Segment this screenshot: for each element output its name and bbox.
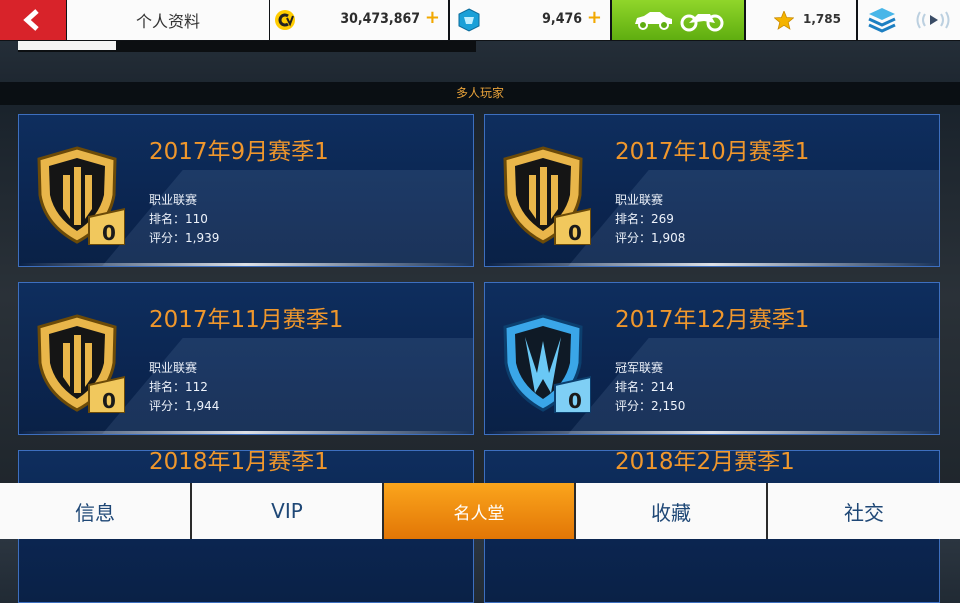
league-name: 职业联赛 <box>149 361 198 375</box>
gold-league-badge-icon: 0 <box>37 314 125 413</box>
score-value: 评分：1,908 <box>615 231 686 245</box>
tab-vip[interactable]: VIP <box>192 483 384 539</box>
stars-counter[interactable]: 1,785 <box>746 0 856 40</box>
gold-league-badge-icon: 0 <box>37 146 125 245</box>
season-stats: 职业联赛 排名：112 评分：1,944 <box>149 359 219 416</box>
tab-hall-of-fame[interactable]: 名人堂 <box>384 483 576 539</box>
credits-counter[interactable]: 30,473,867 + <box>270 0 448 40</box>
season-stats: 职业联赛 排名：269 评分：1,908 <box>615 191 685 248</box>
badge-count: 0 <box>568 221 582 245</box>
rank-value: 排名：214 <box>615 380 674 394</box>
credits-icon <box>275 10 295 30</box>
stack-icon[interactable] <box>868 7 896 34</box>
badge-count: 0 <box>568 389 582 413</box>
tab-collection[interactable]: 收藏 <box>576 483 768 539</box>
section-header: 多人玩家 <box>0 82 960 105</box>
rank-value: 排名：110 <box>149 212 208 226</box>
video-play-icon[interactable] <box>914 8 952 32</box>
league-name: 冠军联赛 <box>615 361 664 375</box>
credits-value: 30,473,867 <box>340 11 420 27</box>
tab-info[interactable]: 信息 <box>0 483 192 539</box>
season-stats: 冠军联赛 排名：214 评分：2,150 <box>615 359 685 416</box>
top-bar: 个人资料 30,473,867 + 9,476 + 1,785 <box>0 0 960 41</box>
season-title: 2017年9月赛季1 <box>149 139 329 165</box>
season-card[interactable]: 0 2017年12月赛季1 冠军联赛 排名：214 评分：2,150 <box>484 282 940 435</box>
blue-league-badge-icon: 0 <box>503 314 591 413</box>
season-title: 2017年11月赛季1 <box>149 307 344 333</box>
badge-count: 0 <box>102 389 116 413</box>
back-button[interactable] <box>0 0 66 40</box>
garage-button[interactable] <box>612 0 744 40</box>
season-stats: 职业联赛 排名：110 评分：1,939 <box>149 191 219 248</box>
league-name: 职业联赛 <box>149 193 198 207</box>
star-icon <box>774 11 794 30</box>
tokens-value: 9,476 <box>542 11 582 27</box>
motorbike-icon <box>680 14 724 32</box>
tokens-icon <box>458 8 480 32</box>
tokens-counter[interactable]: 9,476 + <box>450 0 610 40</box>
progress-strip <box>18 41 476 52</box>
stars-value: 1,785 <box>803 12 841 26</box>
rank-value: 排名：269 <box>615 212 674 226</box>
bottom-tab-bar: 信息 VIP 名人堂 收藏 社交 <box>0 483 960 539</box>
league-name: 职业联赛 <box>615 193 664 207</box>
car-icon <box>635 12 672 30</box>
score-value: 评分：2,150 <box>615 399 686 413</box>
add-credits-icon[interactable]: + <box>425 7 440 28</box>
extras-area <box>858 0 960 40</box>
season-title: 2017年10月赛季1 <box>615 139 810 165</box>
season-card[interactable]: 0 2017年11月赛季1 职业联赛 排名：112 评分：1,944 <box>18 282 474 435</box>
page-title: 个人资料 <box>67 0 269 40</box>
badge-count: 0 <box>102 221 116 245</box>
season-title: 2018年1月赛季1 <box>149 450 329 475</box>
season-card[interactable]: 0 2017年10月赛季1 职业联赛 排名：269 评分：1,908 <box>484 114 940 267</box>
back-arrow-icon <box>23 9 39 31</box>
gold-league-badge-icon: 0 <box>503 146 591 245</box>
add-tokens-icon[interactable]: + <box>587 7 602 28</box>
season-card[interactable]: 0 2017年9月赛季1 职业联赛 排名：110 评分：1,939 <box>18 114 474 267</box>
season-title: 2018年2月赛季1 <box>615 450 795 475</box>
score-value: 评分：1,944 <box>149 399 220 413</box>
tab-social[interactable]: 社交 <box>768 483 960 539</box>
score-value: 评分：1,939 <box>149 231 220 245</box>
season-title: 2017年12月赛季1 <box>615 307 810 333</box>
rank-value: 排名：112 <box>149 380 208 394</box>
